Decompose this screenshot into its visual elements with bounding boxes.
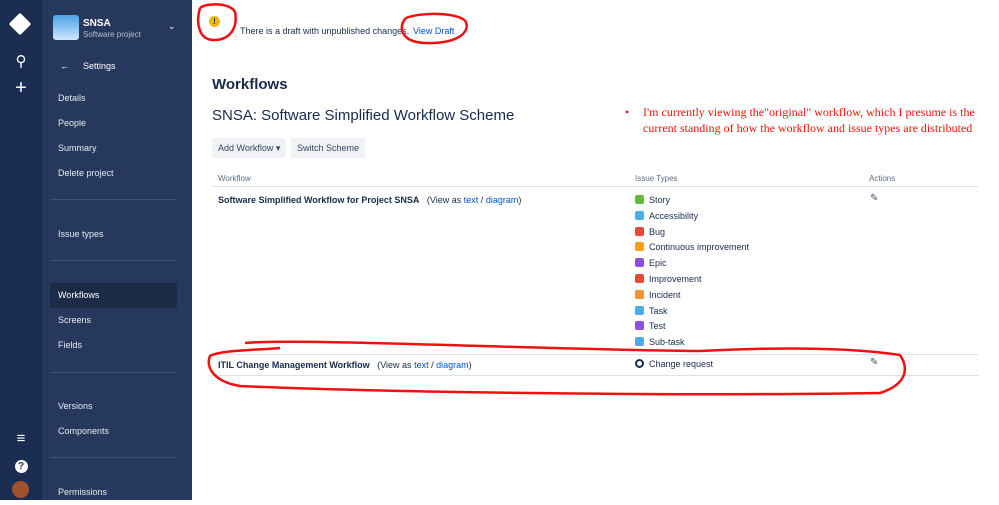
view-as-diagram-link[interactable]: diagram	[436, 360, 469, 370]
accessibility-icon	[635, 210, 644, 220]
epic-icon	[635, 258, 644, 268]
table-row: Software Simplified Workflow for Project…	[218, 195, 521, 205]
search-icon[interactable]: ⚲	[11, 52, 31, 72]
sidebar-item-details[interactable]: Details	[50, 86, 177, 111]
page-title: Workflows	[212, 76, 288, 93]
issue-type-label: Bug	[649, 226, 666, 237]
divider	[212, 354, 979, 355]
bullet: •	[625, 105, 630, 119]
issue-type-item: Change request	[635, 358, 713, 370]
divider	[50, 199, 177, 200]
issue-type-item: Story	[635, 194, 670, 206]
change-request-icon	[635, 359, 644, 368]
paren: )	[518, 195, 522, 205]
story-icon	[635, 195, 644, 204]
project-type: Software project	[83, 30, 141, 39]
jira-logo-icon[interactable]	[8, 12, 32, 36]
divider	[50, 372, 177, 373]
annotation-line: I'm currently viewing the"original" work…	[643, 105, 975, 119]
column-header-actions: Actions	[869, 174, 896, 183]
workflow-name: Software Simplified Workflow for Project…	[218, 195, 420, 205]
create-icon[interactable]: +	[11, 78, 31, 98]
sidebar-item-summary[interactable]: Summary	[50, 136, 177, 161]
divider	[50, 457, 177, 458]
issue-type-label: Epic	[649, 258, 667, 269]
help-icon[interactable]: ?	[11, 455, 31, 475]
issue-type-item: Improvement	[635, 273, 702, 285]
annotation-line: current standing of how the workflow and…	[643, 121, 973, 135]
paren: )	[468, 360, 472, 370]
view-as-diagram-link[interactable]: diagram	[486, 195, 519, 205]
avatar[interactable]	[12, 481, 29, 498]
switch-scheme-button[interactable]: Switch Scheme	[291, 138, 366, 158]
settings-back-link[interactable]: Settings	[83, 61, 116, 71]
test-icon	[635, 321, 644, 331]
issue-type-item: Continuous improvement	[635, 241, 749, 253]
view-as-text-link[interactable]: text	[464, 195, 479, 205]
add-workflow-label: Add Workflow	[218, 143, 274, 153]
workflow-name: ITIL Change Management Workflow	[218, 360, 370, 370]
view-as-label: (View as	[377, 360, 412, 370]
chevron-down-icon[interactable]: ⌄	[168, 21, 176, 32]
issue-type-label: Sub-task	[649, 337, 685, 348]
task-icon	[635, 305, 644, 315]
issue-type-item: Epic	[635, 257, 667, 269]
issue-type-item: Task	[635, 305, 668, 317]
improvement-icon	[635, 274, 644, 283]
view-draft-link[interactable]: View Draft	[413, 26, 454, 36]
divider	[50, 260, 177, 261]
column-header-issue-types: Issue Types	[635, 174, 678, 183]
sidebar-item-screens[interactable]: Screens	[50, 308, 177, 333]
divider	[212, 186, 979, 187]
sidebar-item-permissions[interactable]: Permissions	[50, 480, 177, 505]
continuous-improvement-icon	[635, 242, 644, 252]
project-avatar	[53, 15, 79, 40]
project-name[interactable]: SNSA	[83, 18, 111, 29]
sidebar-item-people[interactable]: People	[50, 111, 177, 136]
annotation-note: • I'm currently viewing the"original" wor…	[625, 104, 975, 136]
separator: /	[431, 360, 434, 370]
issue-type-item: Sub-task	[635, 336, 685, 348]
sidebar-item-workflows[interactable]: Workflows	[50, 283, 177, 308]
draft-banner-text: There is a draft with unpublished change…	[240, 26, 410, 36]
sidebar-item-components[interactable]: Components	[50, 419, 177, 444]
edit-pencil-icon[interactable]: ✎	[870, 193, 878, 204]
add-workflow-button[interactable]: Add Workflow ▾	[212, 138, 287, 158]
issue-type-item: Accessibility	[635, 210, 698, 222]
issue-type-item: Bug	[635, 226, 665, 238]
project-sidebar: SNSA Software project ⌄ ← Settings Detai…	[42, 0, 192, 500]
table-row: ITIL Change Management Workflow (View as…	[218, 360, 472, 370]
issue-type-label: Change request	[649, 359, 714, 369]
issue-type-label: Improvement	[649, 274, 702, 284]
edit-pencil-icon[interactable]: ✎	[870, 357, 878, 368]
sidebar-item-versions[interactable]: Versions	[50, 394, 177, 419]
sub-task-icon	[635, 337, 644, 347]
column-header-workflow: Workflow	[218, 174, 251, 183]
divider	[212, 375, 979, 376]
issue-type-label: Accessibility	[649, 210, 699, 221]
chevron-down-icon: ▾	[275, 143, 281, 153]
view-as-text-link[interactable]: text	[414, 360, 429, 370]
issue-type-label: Story	[649, 195, 671, 205]
global-nav: ⚲ + ≡ ?	[0, 0, 42, 500]
issue-type-item: Incident	[635, 289, 681, 301]
warning-icon: !	[209, 16, 220, 27]
incident-icon	[635, 289, 644, 299]
issue-type-label: Continuous improvement	[649, 242, 750, 253]
separator: /	[480, 195, 484, 205]
sidebar-item-issue-types[interactable]: Issue types	[50, 222, 177, 247]
scheme-title: SNSA: Software Simplified Workflow Schem…	[212, 107, 515, 124]
menu-icon[interactable]: ≡	[11, 429, 31, 449]
issue-type-item: Test	[635, 320, 666, 332]
back-arrow-icon[interactable]: ←	[60, 61, 69, 71]
issue-type-label: Test	[649, 321, 666, 332]
sidebar-item-delete-project[interactable]: Delete project	[50, 161, 177, 186]
bug-icon	[635, 226, 644, 236]
sidebar-item-fields[interactable]: Fields	[50, 333, 177, 358]
view-as-label: (View as	[426, 195, 462, 205]
issue-type-label: Incident	[649, 289, 681, 300]
issue-type-label: Task	[649, 305, 668, 316]
